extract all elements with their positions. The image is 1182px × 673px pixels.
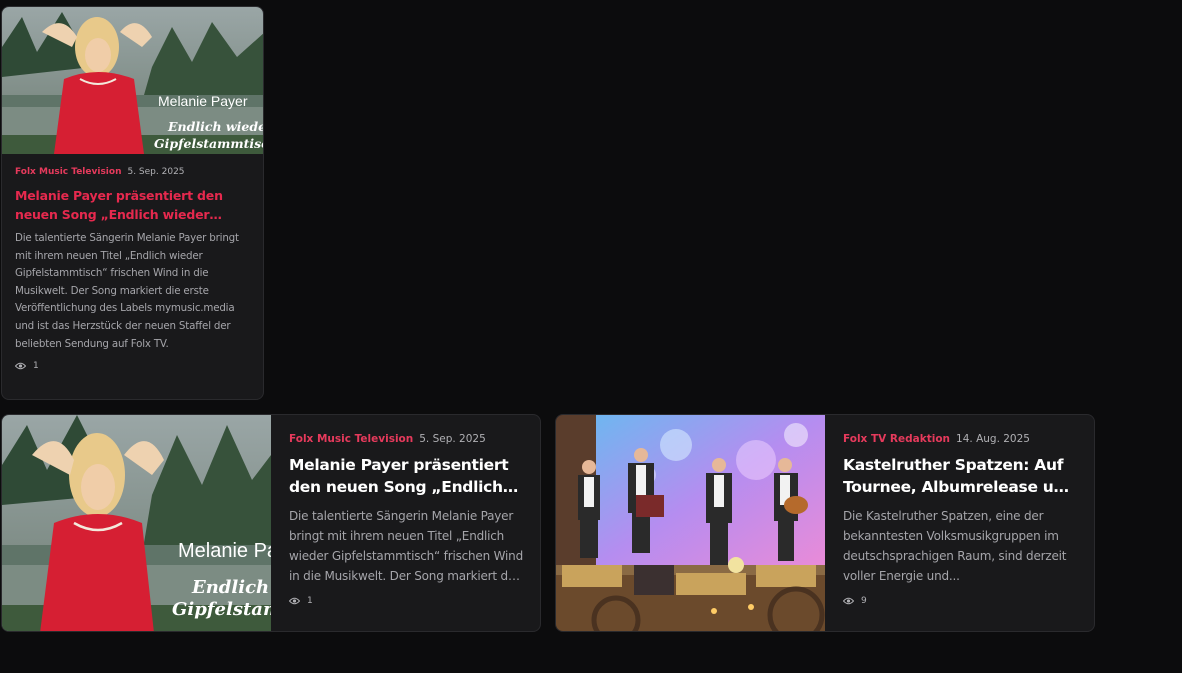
thumbnail-overlay-name: Melanie Pa [178,540,271,562]
thumbnail-overlay-line2: Gipfelstamm [172,599,271,620]
article-meta: Folx Music Television 5. Sep. 2025 [289,432,523,446]
view-count: 1 [33,361,39,372]
article-date: 5. Sep. 2025 [127,167,185,177]
article-card-horizontal[interactable]: Melanie Pa Endlich w Gipfelstamm Folx Mu… [1,414,541,632]
thumbnail-overlay-line1: Endlich wieder [167,119,264,134]
thumbnail-overlay-line1: Endlich w [191,577,271,598]
article-date: 14. Aug. 2025 [956,433,1030,445]
eye-icon [289,597,300,605]
eye-icon [15,362,26,370]
article-source[interactable]: Folx Music Television [289,433,413,445]
article-views: 1 [289,596,523,606]
view-count: 1 [307,596,313,606]
article-card-horizontal[interactable]: Folx TV Redaktion 14. Aug. 2025 Kastelrut… [555,414,1095,632]
thumbnail-overlay-name: Melanie Payer [158,93,248,109]
article-excerpt: Die talentierte Sängerin Melanie Payer b… [15,232,239,350]
article-source[interactable]: Folx Music Television [15,167,121,177]
article-thumbnail[interactable] [556,415,825,631]
article-excerpt: Die talentierte Sängerin Melanie Payer b… [289,509,523,583]
article-thumbnail[interactable]: Melanie Payer Endlich wieder Gipfelstamm… [2,7,264,154]
article-excerpt: Die Kastelruther Spatzen, eine der bekan… [843,509,1067,583]
article-views: 9 [843,596,1077,606]
article-meta: Folx TV Redaktion 14. Aug. 2025 [843,432,1077,446]
view-count: 9 [861,596,867,606]
article-card-vertical[interactable]: Melanie Payer Endlich wieder Gipfelstamm… [1,6,264,400]
article-thumbnail[interactable]: Melanie Pa Endlich w Gipfelstamm [2,415,271,631]
article-title[interactable]: Melanie Payer präsentiert den neuen Song… [289,454,523,498]
article-meta: Folx Music Television 5. Sep. 2025 [15,166,255,178]
eye-icon [843,597,854,605]
article-date: 5. Sep. 2025 [419,433,486,445]
article-source[interactable]: Folx TV Redaktion [843,433,950,445]
article-title[interactable]: Kastelruther Spatzen: Auf Tournee, Album… [843,454,1077,498]
thumbnail-overlay-line2: Gipfelstammtisch [154,136,264,151]
article-title[interactable]: Melanie Payer präsentiert den neuen Song… [15,186,255,224]
article-views: 1 [15,361,255,371]
